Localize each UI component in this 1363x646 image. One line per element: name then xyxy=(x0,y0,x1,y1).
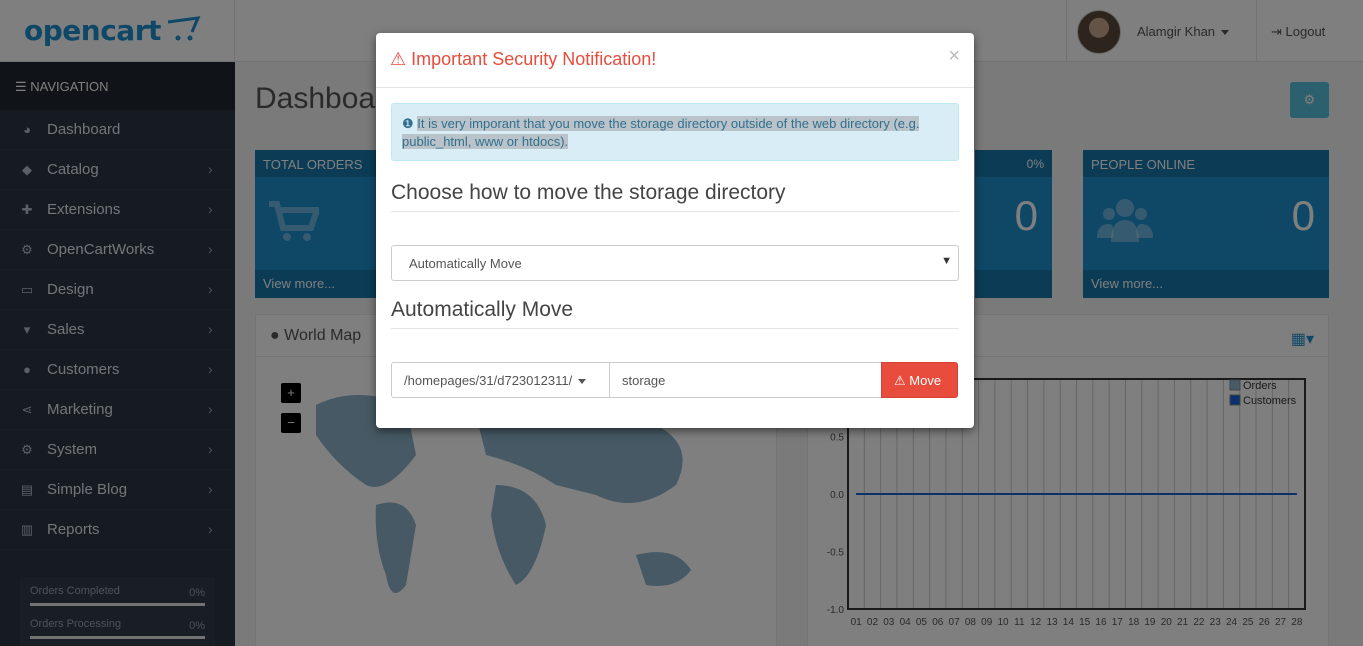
warning-icon: ⚠ xyxy=(390,49,407,69)
security-modal: ⚠ Important Security Notification! × ❶ I… xyxy=(376,33,974,428)
info-alert: ❶ It is very imporant that you move the … xyxy=(391,103,959,161)
chevron-down-icon xyxy=(578,379,587,385)
warning-icon: ⚠ xyxy=(894,373,906,388)
section-heading-choose: Choose how to move the storage directory xyxy=(391,181,786,204)
info-icon: ❶ xyxy=(402,116,414,131)
divider xyxy=(391,328,959,329)
close-button[interactable]: × xyxy=(948,45,960,68)
alert-text: It is very imporant that you move the st… xyxy=(402,116,920,149)
section-heading-auto-move: Automatically Move xyxy=(391,298,574,321)
storage-name-input[interactable]: storage xyxy=(610,362,882,398)
divider xyxy=(391,211,959,212)
directory-dropdown[interactable]: /homepages/31/d723012311/ xyxy=(391,362,610,398)
move-input-group: /homepages/31/d723012311/ storage ⚠ Move xyxy=(391,362,958,398)
move-method-select[interactable]: Automatically Move ▼ xyxy=(391,245,959,281)
move-button[interactable]: ⚠ Move xyxy=(881,362,958,398)
modal-title: ⚠ Important Security Notification! xyxy=(390,49,657,69)
chevron-down-icon: ▼ xyxy=(941,255,952,267)
